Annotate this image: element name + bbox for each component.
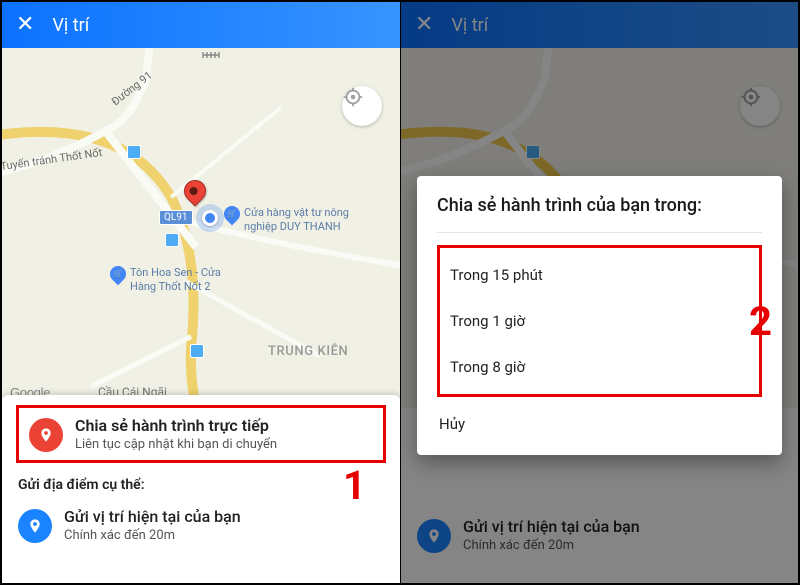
district-label: TRUNG KIÊN: [268, 344, 348, 359]
pane-step-2: ✕ Vị trí Gửi vị trí hiện tại của bạn: [400, 2, 798, 583]
send-specific-label: Gửi địa điểm cụ thể:: [18, 477, 386, 493]
poi-label: Tôn Hoa Sen - Cửa Hàng Thốt Nốt 2: [130, 266, 221, 294]
poi-label: Cửa hàng vật tư nông nghiệp DUY THANH: [244, 206, 349, 234]
bus-stop-icon: [190, 344, 204, 358]
header: ✕ Vị trí: [2, 2, 400, 48]
pin-icon: [18, 509, 52, 543]
duration-options-highlight: Trong 15 phút Trong 1 giờ Trong 8 giờ: [437, 245, 762, 397]
bus-stop-icon: [165, 233, 179, 247]
share-live-title: Chia sẻ hành trình trực tiếp: [75, 416, 277, 435]
share-live-sub: Liên tục cập nhật khi bạn di chuyển: [75, 437, 277, 452]
close-icon[interactable]: ✕: [16, 14, 34, 36]
crosshair-icon: [342, 86, 364, 108]
send-current-location-button[interactable]: Gửi vị trí hiện tại của bạn Chính xác đế…: [16, 503, 386, 559]
pin-icon: [29, 418, 63, 452]
duration-option-1h[interactable]: Trong 1 giờ: [448, 298, 751, 344]
map-view[interactable]: Đường 91 Tuyến tránh Thốt Nốt QL91 🛒 Cửa…: [2, 48, 400, 408]
poi-shop[interactable]: 🛒 Cửa hàng vật tư nông nghiệp DUY THANH: [224, 206, 349, 234]
bus-stop-icon: [127, 145, 141, 159]
locate-me-button[interactable]: [342, 86, 382, 126]
poi-ton[interactable]: 🛒 Tôn Hoa Sen - Cửa Hàng Thốt Nốt 2: [110, 266, 221, 294]
duration-option-15m[interactable]: Trong 15 phút: [448, 252, 751, 298]
share-live-trip-button[interactable]: Chia sẻ hành trình trực tiếp Liên tục cậ…: [16, 405, 386, 463]
bottom-sheet: Chia sẻ hành trình trực tiếp Liên tục cậ…: [2, 395, 400, 583]
send-current-title: Gửi vị trí hiện tại của bạn: [64, 507, 241, 526]
current-location-dot: [202, 210, 218, 226]
dialog-title: Chia sẻ hành trình của bạn trong:: [437, 194, 762, 233]
share-duration-dialog: Chia sẻ hành trình của bạn trong: Trong …: [417, 176, 782, 455]
duration-option-8h[interactable]: Trong 8 giờ: [448, 344, 751, 390]
bridge-icon: [202, 48, 220, 62]
header-title: Vị trí: [52, 15, 89, 36]
send-current-sub: Chính xác đến 20m: [64, 528, 241, 543]
cancel-button[interactable]: Hủy: [437, 397, 762, 449]
pane-step-1: ✕ Vị trí Đường 91 Tuyến tránh Thốt Nốt: [2, 2, 400, 583]
annotation-step-1: 1: [343, 462, 366, 509]
annotation-step-2: 2: [749, 298, 772, 345]
route-badge: QL91: [159, 210, 193, 225]
